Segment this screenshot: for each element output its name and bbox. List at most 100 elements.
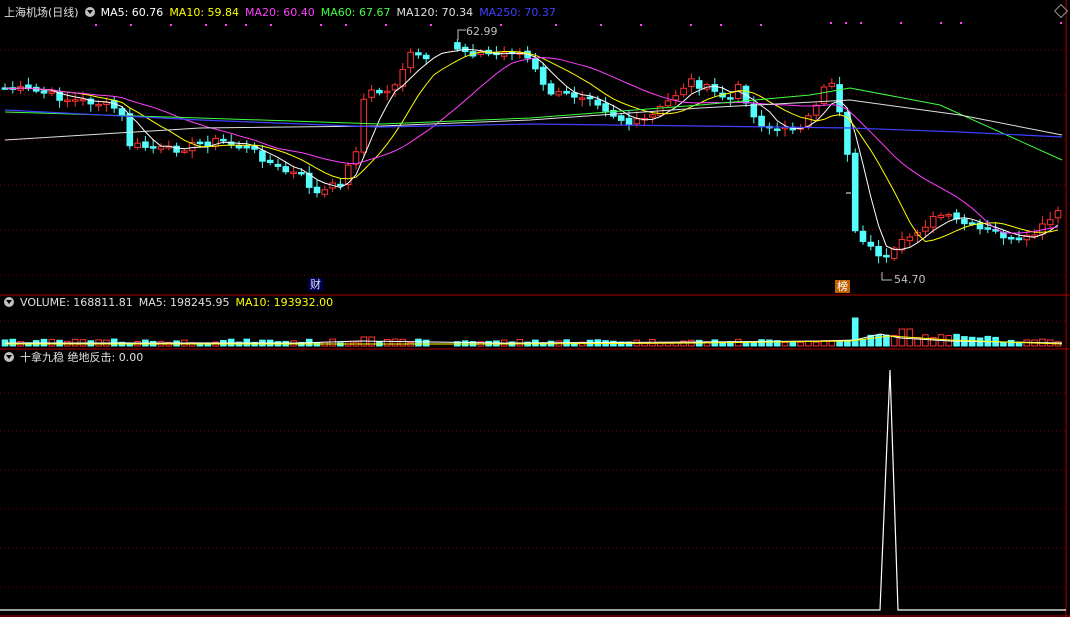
low-price-leader bbox=[881, 272, 892, 281]
chevron-down-icon[interactable] bbox=[4, 352, 14, 362]
candlestick bbox=[149, 146, 157, 149]
signal-marker bbox=[830, 22, 832, 24]
signal-marker bbox=[95, 24, 97, 26]
signal-marker bbox=[205, 24, 207, 26]
signal-marker bbox=[245, 24, 247, 26]
candlestick bbox=[142, 141, 149, 148]
volume-bar bbox=[836, 340, 843, 347]
candlestick bbox=[1054, 210, 1062, 219]
chevron-down-icon[interactable] bbox=[4, 297, 14, 307]
candlestick bbox=[282, 166, 290, 173]
ma10-label: MA10: 59.84 bbox=[169, 6, 240, 19]
signal-marker bbox=[500, 24, 502, 26]
ma20-label: MA20: 60.40 bbox=[245, 6, 315, 19]
signal-marker bbox=[690, 24, 692, 26]
candlestick bbox=[95, 103, 102, 107]
candlestick bbox=[773, 128, 781, 131]
candlestick bbox=[875, 245, 882, 257]
indicator-header: 十拿九稳 绝地反击: 0.00 bbox=[4, 351, 149, 365]
volume-bar bbox=[461, 340, 469, 347]
candlestick bbox=[337, 183, 344, 187]
candlestick bbox=[259, 150, 266, 162]
candlestick bbox=[134, 142, 141, 149]
volume-bar bbox=[766, 339, 773, 347]
signal-marker bbox=[860, 22, 862, 24]
signal-marker bbox=[640, 24, 642, 26]
signal-marker bbox=[900, 22, 902, 24]
volume-label: VOLUME: 168811.81 bbox=[20, 296, 133, 309]
candlestick bbox=[968, 222, 976, 225]
candlestick bbox=[220, 138, 227, 142]
candlestick bbox=[984, 227, 992, 230]
candlestick bbox=[391, 84, 399, 91]
candlestick bbox=[695, 80, 703, 89]
ma250-label: MA250: 70.37 bbox=[479, 6, 556, 19]
signal-marker bbox=[600, 24, 602, 26]
candlestick bbox=[758, 115, 765, 127]
ma120-label: MA120: 70.34 bbox=[396, 6, 474, 19]
candlestick bbox=[532, 58, 539, 70]
candlestick bbox=[586, 96, 594, 100]
candlestick bbox=[859, 230, 867, 242]
volume-bar bbox=[1007, 339, 1015, 347]
candlestick bbox=[555, 91, 563, 96]
candlestick bbox=[633, 118, 641, 125]
volume-bar bbox=[859, 339, 867, 347]
candlestick bbox=[750, 103, 758, 118]
low-price-label: 54.70 bbox=[894, 273, 926, 286]
volume-bar bbox=[329, 338, 336, 347]
ma5-label: MA5: 60.76 bbox=[100, 6, 164, 19]
signal-marker bbox=[130, 24, 132, 26]
signal-marker bbox=[345, 24, 347, 26]
candlestick bbox=[352, 151, 360, 165]
candlestick bbox=[71, 99, 79, 102]
candlestick bbox=[851, 152, 859, 232]
dragon-tiger-list-badge[interactable]: 榜 bbox=[835, 280, 850, 293]
main-chart-header: 上海机场(日线) MA5: 60.76 MA10: 59.84 MA20: 60.40… bbox=[4, 6, 562, 20]
signal-marker bbox=[845, 22, 847, 24]
candlestick bbox=[321, 189, 329, 195]
candlestick bbox=[711, 84, 719, 92]
signal-marker bbox=[1060, 22, 1062, 24]
volume-ma10-label: MA10: 193932.00 bbox=[235, 296, 334, 309]
candlestick bbox=[290, 171, 297, 175]
candlestick bbox=[383, 90, 391, 94]
candlestick bbox=[649, 114, 656, 118]
candlestick bbox=[415, 52, 422, 56]
candlestick bbox=[1000, 232, 1007, 239]
candlestick bbox=[204, 141, 212, 147]
volume-bar bbox=[797, 341, 804, 347]
stock-title[interactable]: 上海机场(日线) bbox=[4, 6, 79, 19]
volume-bar bbox=[422, 339, 430, 347]
candlestick bbox=[376, 89, 383, 94]
candlestick bbox=[571, 92, 578, 98]
signal-marker bbox=[555, 24, 557, 26]
candlestick bbox=[40, 90, 48, 94]
volume-bar bbox=[391, 338, 399, 347]
candlestick bbox=[1046, 219, 1054, 226]
signal-marker bbox=[720, 24, 722, 26]
signal-marker bbox=[940, 22, 942, 24]
signal-marker bbox=[270, 24, 272, 26]
volume-bar bbox=[415, 338, 422, 347]
ma20-line bbox=[4, 57, 1059, 234]
candlestick bbox=[625, 117, 633, 126]
candlestick bbox=[867, 241, 875, 247]
volume-bar bbox=[399, 338, 407, 347]
candlestick bbox=[298, 171, 305, 175]
financial-report-badge[interactable]: 财 bbox=[308, 278, 323, 291]
candlestick bbox=[617, 115, 625, 121]
high-price-label: 62.99 bbox=[466, 25, 498, 38]
candlestick bbox=[688, 78, 695, 87]
candlestick bbox=[243, 145, 251, 149]
ma250-line bbox=[4, 109, 1063, 138]
signal-marker bbox=[385, 24, 387, 26]
candlestick bbox=[578, 97, 586, 100]
candlestick bbox=[126, 113, 134, 147]
candlestick bbox=[594, 99, 602, 106]
chevron-down-icon[interactable] bbox=[84, 7, 95, 17]
candlestick bbox=[727, 97, 734, 100]
signal-marker bbox=[170, 24, 172, 26]
signal-marker bbox=[760, 24, 762, 26]
candlestick bbox=[547, 83, 555, 95]
